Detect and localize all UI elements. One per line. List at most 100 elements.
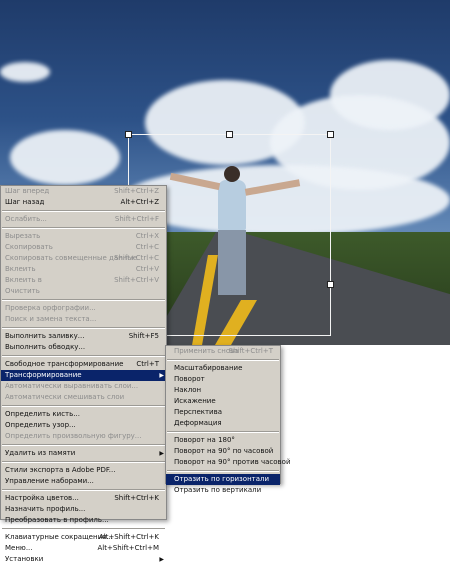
edit-menu-item[interactable]: Назначить профиль...	[1, 504, 166, 515]
menu-item-label: Определить произвольную фигуру...	[5, 432, 142, 440]
transform-menu-item[interactable]: Отразить по вертикали	[166, 485, 280, 496]
edit-menu-item[interactable]: Шаг назад Alt+Ctrl+Z	[1, 197, 166, 208]
transform-menu-item[interactable]: Искажение	[166, 396, 280, 407]
menu-item-label: Деформация	[174, 419, 222, 427]
edit-menu-item: Автоматически смешивать слои	[1, 392, 166, 403]
transform-handle[interactable]	[125, 131, 132, 138]
transform-handle[interactable]	[226, 131, 233, 138]
menu-item-shortcut: Ctrl+X	[135, 232, 159, 240]
menu-item-shortcut: Ctrl+T	[136, 360, 159, 368]
menu-separator	[2, 299, 165, 301]
menu-item-shortcut: Shift+F5	[128, 332, 159, 340]
menu-separator	[2, 489, 165, 491]
transform-menu-item[interactable]: Поворот на 180°	[166, 435, 280, 446]
menu-item-shortcut: Ctrl+V	[135, 265, 159, 273]
edit-menu-item[interactable]: Управление наборами...	[1, 476, 166, 487]
menu-item-label: Поворот на 90° против часовой	[174, 458, 291, 466]
menu-item-label: Вырезать	[5, 232, 41, 240]
menu-item-label: Ослабить...	[5, 215, 47, 223]
edit-menu-item[interactable]: Удалить из памяти ▶	[1, 448, 166, 459]
menu-item-shortcut: Shift+Ctrl+V	[114, 276, 159, 284]
transform-menu-item[interactable]: Отразить по горизонтали	[166, 474, 280, 485]
menu-item-label: Автоматически смешивать слои	[5, 393, 125, 401]
transform-menu-item[interactable]: Деформация	[166, 418, 280, 429]
transform-handle[interactable]	[327, 281, 334, 288]
menu-item-shortcut: Ctrl+C	[135, 243, 159, 251]
menu-separator	[2, 327, 165, 329]
menu-item-label: Автоматически выравнивать слои...	[5, 382, 139, 390]
edit-menu-item[interactable]: Стили экспорта в Adobe PDF...	[1, 465, 166, 476]
menu-item-label: Определить узор...	[5, 421, 76, 429]
edit-menu-item[interactable]: Определить узор...	[1, 420, 166, 431]
menu-separator	[167, 359, 279, 361]
menu-item-shortcut: Alt+Shift+Ctrl+M	[97, 544, 159, 552]
menu-item-label: Настройка цветов...	[5, 494, 79, 502]
edit-menu-item[interactable]: Клавиатурные сокращения... Alt+Shift+Ctrl…	[1, 532, 166, 543]
transform-menu-item[interactable]: Поворот на 90° против часовой	[166, 457, 291, 468]
menu-item-label: Скопировать	[5, 243, 53, 251]
edit-menu-item: Вклеить Ctrl+V	[1, 264, 166, 275]
menu-item-label: Клавиатурные сокращения...	[5, 533, 114, 541]
edit-menu: Шаг вперед Shift+Ctrl+Z Шаг назад Alt+Ctrl+…	[0, 185, 167, 563]
submenu-arrow-icon: ▶	[159, 556, 164, 563]
menu-item-label: Назначить профиль...	[5, 505, 86, 513]
menu-item-shortcut: Shift+Ctrl+F	[114, 215, 159, 223]
menu-item-label: Стили экспорта в Adobe PDF...	[5, 466, 116, 474]
submenu-arrow-icon: ▶	[159, 450, 164, 457]
edit-menu-item[interactable]: Трансформирование ▶	[1, 370, 166, 381]
menu-item-label: Трансформирование	[5, 371, 82, 379]
edit-menu-item: Шаг вперед Shift+Ctrl+Z	[1, 186, 166, 197]
menu-separator	[2, 405, 165, 407]
menu-item-label: Удалить из памяти	[5, 449, 76, 457]
edit-menu-item: Очистить	[1, 286, 166, 297]
menu-item-label: Установки	[5, 555, 44, 563]
edit-menu-item[interactable]: Установки ▶	[1, 554, 166, 565]
menu-item-label: Меню...	[5, 544, 33, 552]
edit-menu-item[interactable]: Настройка цветов... Shift+Ctrl+K	[1, 493, 166, 504]
menu-item-shortcut: Alt+Ctrl+Z	[120, 198, 159, 206]
transform-menu-item[interactable]: Перспектива	[166, 407, 280, 418]
menu-item-shortcut: Alt+Shift+Ctrl+K	[98, 533, 159, 541]
edit-menu-item[interactable]: Преобразовать в профиль...	[1, 515, 166, 526]
menu-item-label: Наклон	[174, 386, 202, 394]
menu-item-label: Преобразовать в профиль...	[5, 516, 109, 524]
menu-item-label: Поворот на 180°	[174, 436, 235, 444]
menu-item-label: Искажение	[174, 397, 216, 405]
edit-menu-item[interactable]: Выполнить заливку... Shift+F5	[1, 331, 166, 342]
edit-menu-item[interactable]: Меню... Alt+Shift+Ctrl+M	[1, 543, 166, 554]
transform-menu-item: Применить снова Shift+Ctrl+T	[166, 346, 280, 357]
menu-separator	[2, 461, 165, 463]
menu-item-label: Поиск и замена текста...	[5, 315, 97, 323]
edit-menu-item: Поиск и замена текста...	[1, 314, 166, 325]
menu-item-label: Свободное трансформирование	[5, 360, 124, 368]
cloud	[10, 130, 120, 185]
menu-separator	[2, 355, 165, 357]
edit-menu-item: Проверка орфографии...	[1, 303, 166, 314]
transform-menu-item[interactable]: Поворот на 90° по часовой	[166, 446, 280, 457]
menu-separator	[167, 470, 279, 472]
menu-item-shortcut: Shift+Ctrl+K	[114, 494, 159, 502]
edit-menu-item: Вклеить в Shift+Ctrl+V	[1, 275, 166, 286]
transform-menu-item[interactable]: Поворот	[166, 374, 280, 385]
menu-item-shortcut: Shift+Ctrl+T	[228, 347, 273, 355]
edit-menu-item[interactable]: Выполнить обводку...	[1, 342, 166, 353]
menu-separator	[2, 227, 165, 229]
menu-item-shortcut: Shift+Ctrl+Z	[114, 187, 159, 195]
menu-item-label: Поворот	[174, 375, 205, 383]
transform-menu-item[interactable]: Масштабирование	[166, 363, 280, 374]
edit-menu-item: Вырезать Ctrl+X	[1, 231, 166, 242]
edit-menu-item: Ослабить... Shift+Ctrl+F	[1, 214, 166, 225]
edit-menu-item[interactable]: Определить кисть...	[1, 409, 166, 420]
menu-item-label: Управление наборами...	[5, 477, 94, 485]
transform-handle[interactable]	[327, 131, 334, 138]
menu-item-label: Вклеить в	[5, 276, 42, 284]
transform-menu-item[interactable]: Наклон	[166, 385, 280, 396]
menu-item-label: Шаг назад	[5, 198, 45, 206]
menu-item-label: Проверка орфографии...	[5, 304, 96, 312]
menu-separator	[2, 528, 165, 530]
edit-menu-item[interactable]: Свободное трансформирование Ctrl+T	[1, 359, 166, 370]
submenu-arrow-icon: ▶	[159, 372, 164, 379]
menu-item-label: Отразить по вертикали	[174, 486, 262, 494]
menu-item-label: Перспектива	[174, 408, 223, 416]
cloud	[330, 60, 450, 130]
